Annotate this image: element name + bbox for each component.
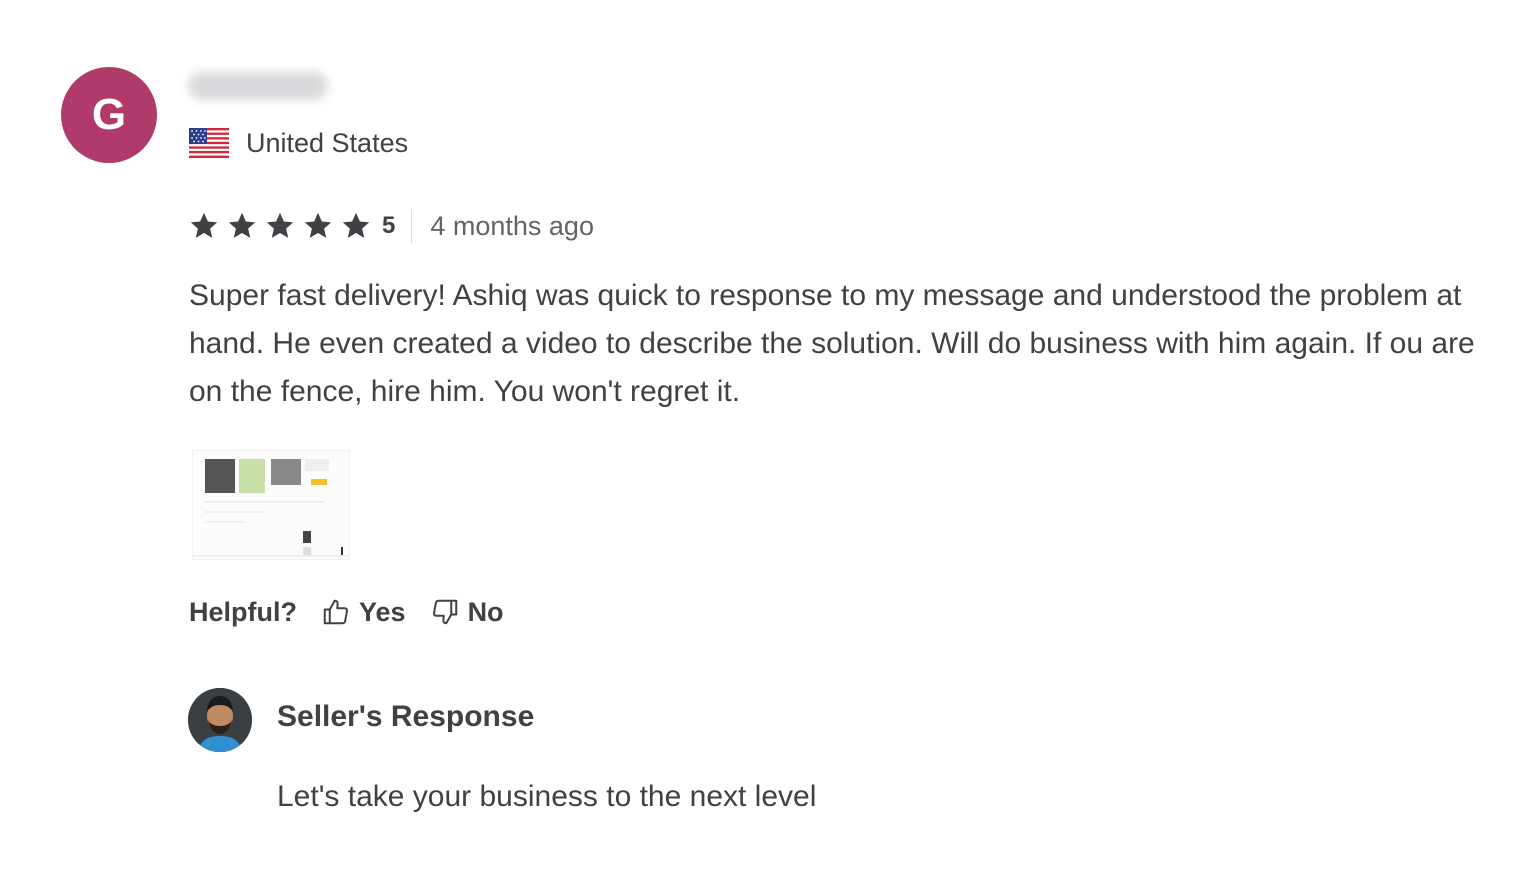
thumbs-down-icon xyxy=(432,599,457,625)
rating-value: 5 xyxy=(382,212,396,239)
seller-response-title: Seller's Response xyxy=(277,700,535,733)
us-flag-icon xyxy=(189,128,229,158)
thumbs-up-icon xyxy=(323,599,349,625)
helpful-no-label: No xyxy=(467,596,504,627)
star-rating xyxy=(189,211,379,241)
helpful-yes-button[interactable]: Yes xyxy=(321,597,406,628)
attachment-preview-icon xyxy=(193,451,349,559)
helpful-label: Helpful? xyxy=(189,596,297,627)
reviewer-avatar-initial: G xyxy=(91,90,127,139)
seller-response-text: Let's take your business to the next lev… xyxy=(277,780,817,813)
helpful-no-button[interactable]: No xyxy=(430,597,504,628)
helpful-yes-label: Yes xyxy=(359,596,406,627)
star-icon xyxy=(342,212,370,238)
rating-divider xyxy=(411,209,413,243)
reviewer-country: United States xyxy=(246,127,409,158)
rating-row: 5 4 months ago xyxy=(189,206,594,246)
star-icon xyxy=(228,212,256,238)
seller-photo-icon xyxy=(188,688,252,752)
review-attachment-thumbnail[interactable] xyxy=(192,450,350,560)
reviewer-username[interactable]: gsthomas xyxy=(188,72,328,100)
reviewer-country-row: United States xyxy=(189,126,408,160)
review-time-ago: 4 months ago xyxy=(430,210,594,241)
seller-avatar[interactable] xyxy=(188,688,252,752)
star-icon xyxy=(266,212,294,238)
star-icon xyxy=(190,212,218,238)
helpful-row: Helpful? Yes No xyxy=(189,592,528,632)
reviewer-avatar[interactable]: G xyxy=(61,67,157,163)
star-icon xyxy=(304,212,332,238)
review-text: Super fast delivery! Ashiq was quick to … xyxy=(189,279,1475,408)
